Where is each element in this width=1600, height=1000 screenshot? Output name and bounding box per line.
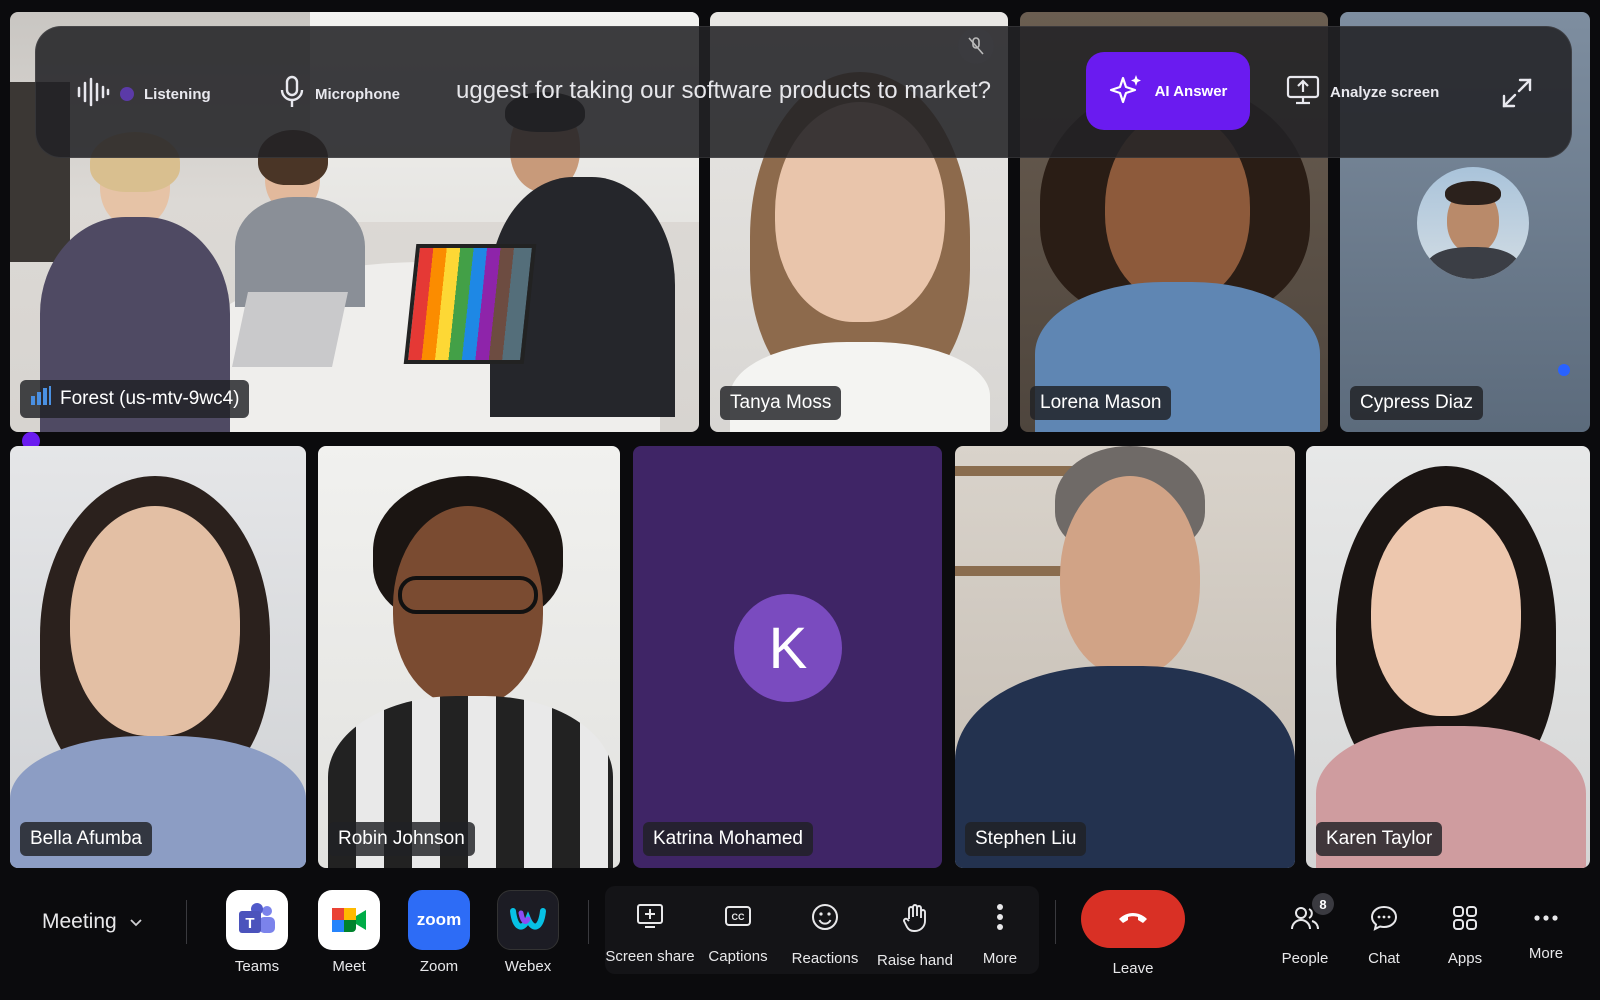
- hang-up-icon: [1117, 909, 1149, 930]
- participant-video: [318, 446, 620, 868]
- avatar-initial: K: [768, 615, 808, 681]
- listening-dot: [120, 87, 134, 101]
- microphone-button[interactable]: Microphone: [279, 75, 400, 113]
- participant-name-tag: Tanya Moss: [720, 386, 842, 420]
- participant-name-tag: Robin Johnson: [328, 822, 475, 856]
- signal-bars-icon: [30, 386, 52, 412]
- analyze-screen-button[interactable]: Analyze screen: [1286, 75, 1439, 109]
- ai-answer-button[interactable]: AI Answer: [1086, 52, 1250, 130]
- mic-off-badge: [958, 28, 994, 64]
- participant-name-tag: Bella Afumba: [20, 822, 152, 856]
- participant-video: [955, 446, 1295, 868]
- analyze-screen-label: Analyze screen: [1330, 83, 1440, 101]
- participant-name-tag: Lorena Mason: [1030, 386, 1172, 420]
- participant-name-tag: Katrina Mohamed: [643, 822, 813, 856]
- app-label: Zoom: [419, 958, 459, 975]
- app-zoom[interactable]: zoom Zoom: [408, 890, 470, 975]
- screen-share-button[interactable]: Screen share: [604, 903, 696, 965]
- participant-video: [10, 446, 306, 868]
- hand-icon: [902, 903, 928, 938]
- video-tile-stephen-liu[interactable]: Stephen Liu: [955, 446, 1295, 868]
- reactions-label: Reactions: [791, 950, 859, 967]
- participant-name-tag: Stephen Liu: [965, 822, 1087, 856]
- smiley-icon: [811, 903, 839, 936]
- meet-icon: [318, 890, 380, 950]
- app-label: Webex: [504, 958, 552, 975]
- app-webex[interactable]: Webex: [497, 890, 559, 975]
- screen-share-icon: [636, 903, 664, 934]
- apps-grid-icon: [1452, 905, 1478, 936]
- video-tile-robin-johnson[interactable]: Robin Johnson: [318, 446, 620, 868]
- people-count-badge: 8: [1312, 893, 1334, 915]
- listening-label: Listening: [144, 85, 211, 103]
- captions-icon: CC: [724, 903, 752, 934]
- toolbar-divider: [186, 900, 187, 944]
- video-tile-karen-taylor[interactable]: Karen Taylor: [1306, 446, 1590, 868]
- people-label: People: [1281, 950, 1329, 967]
- app-label: Teams: [234, 958, 280, 975]
- people-icon: 8: [1290, 893, 1334, 936]
- chat-button[interactable]: Chat: [1352, 905, 1416, 967]
- video-tile-bella-afumba[interactable]: Bella Afumba: [10, 446, 306, 868]
- room-name-tag: Forest (us-mtv-9wc4): [20, 380, 250, 418]
- expand-button[interactable]: [1501, 77, 1533, 114]
- svg-text:CC: CC: [732, 912, 745, 922]
- meeting-label: Meeting: [42, 910, 117, 933]
- chat-bubble-icon: [1370, 905, 1398, 936]
- app-meet[interactable]: Meet: [318, 890, 380, 975]
- waveform-icon: [76, 77, 110, 111]
- microphone-icon: [279, 75, 305, 113]
- svg-text:T: T: [245, 915, 254, 932]
- monitor-upload-icon: [1286, 75, 1320, 109]
- activity-dot: [1558, 364, 1570, 376]
- chevron-down-icon: [129, 910, 143, 934]
- glasses: [398, 576, 538, 614]
- webex-icon: [497, 890, 559, 950]
- more-right-label: More: [1528, 945, 1564, 962]
- more-horizontal-icon: [1533, 905, 1559, 931]
- participant-avatar: [1417, 167, 1529, 279]
- apps-button[interactable]: Apps: [1433, 905, 1497, 967]
- reactions-button[interactable]: Reactions: [780, 903, 870, 967]
- toolbar-divider: [588, 900, 589, 944]
- chat-label: Chat: [1368, 950, 1400, 967]
- expand-icon: [1501, 78, 1533, 113]
- more-right-button[interactable]: More: [1514, 905, 1578, 962]
- people-button[interactable]: 8 People: [1270, 893, 1340, 967]
- participant-name-tag: Cypress Diaz: [1350, 386, 1483, 420]
- room-name: Forest (us-mtv-9wc4): [60, 388, 240, 409]
- teams-icon: T: [226, 890, 288, 950]
- sparkle-icon: [1109, 72, 1143, 110]
- leave-label: Leave: [1112, 960, 1154, 977]
- participant-avatar-initial: K: [734, 594, 842, 702]
- leave-button[interactable]: Leave: [1081, 890, 1185, 977]
- more-vertical-icon: [996, 903, 1004, 936]
- ai-assistant-bar: Listening Microphone uggest for taking o…: [35, 26, 1572, 158]
- captions-label: Captions: [708, 948, 768, 965]
- ai-answer-label: AI Answer: [1154, 82, 1228, 100]
- apps-label: Apps: [1447, 950, 1483, 967]
- zoom-icon: zoom: [408, 890, 470, 950]
- more-options-button[interactable]: More: [963, 903, 1037, 967]
- participant-name-tag: Karen Taylor: [1316, 822, 1443, 856]
- microphone-label: Microphone: [315, 85, 400, 103]
- leave-pill: [1081, 890, 1185, 948]
- meeting-dropdown[interactable]: Meeting: [42, 910, 143, 934]
- live-transcript: uggest for taking our software products …: [456, 77, 991, 104]
- toolbar-divider: [1055, 900, 1056, 944]
- video-tile-katrina-mohamed[interactable]: K Katrina Mohamed: [633, 446, 942, 868]
- captions-button[interactable]: CC Captions: [696, 903, 780, 965]
- raise-hand-button[interactable]: Raise hand: [870, 903, 960, 969]
- participant-video: [1306, 446, 1590, 868]
- raise-hand-label: Raise hand: [877, 952, 953, 969]
- app-label: Meet: [332, 958, 366, 975]
- zoom-icon-text: zoom: [416, 910, 462, 929]
- listening-indicator[interactable]: Listening: [76, 77, 211, 111]
- more-label: More: [982, 950, 1018, 967]
- app-teams[interactable]: T Teams: [226, 890, 288, 975]
- screen-share-label: Screen share: [605, 948, 695, 965]
